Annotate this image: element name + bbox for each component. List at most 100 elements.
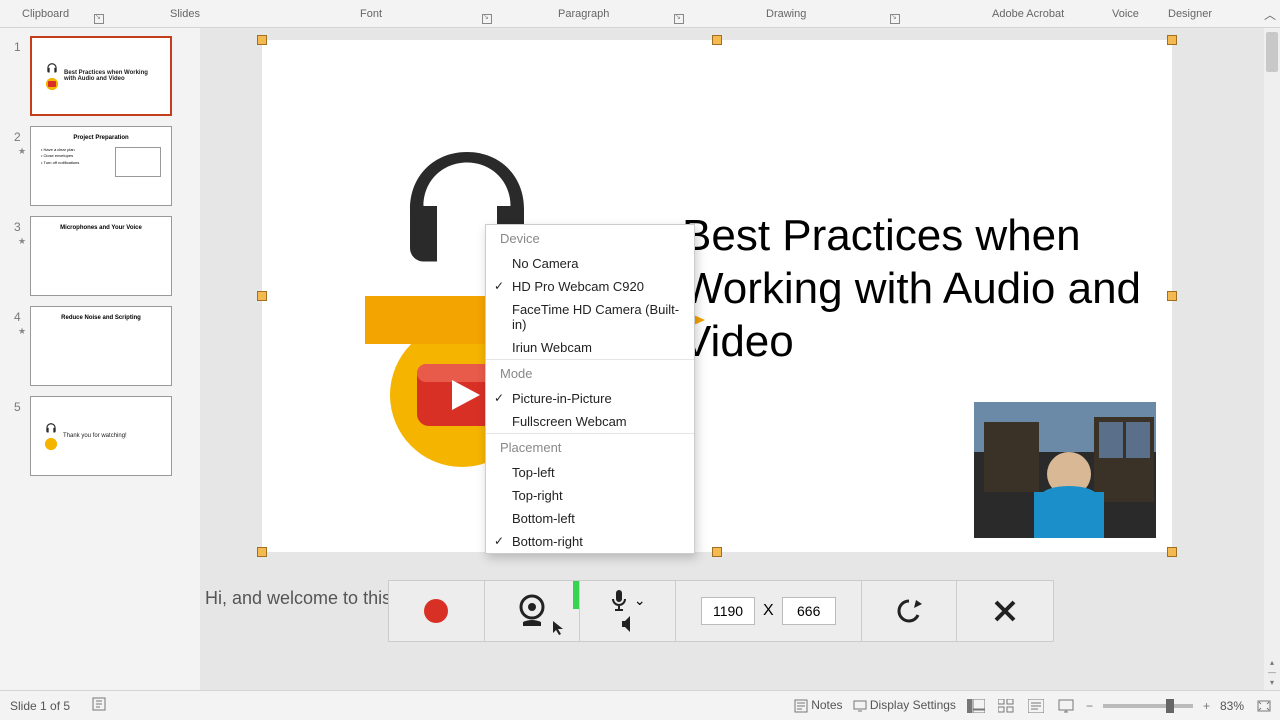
- dialog-launcher-icon[interactable]: [674, 14, 684, 24]
- close-button[interactable]: [957, 581, 1053, 641]
- notes-toggle[interactable]: Notes: [794, 698, 843, 713]
- checkmark-icon: ✓: [494, 534, 504, 548]
- menu-item-fullscreen-mode[interactable]: Fullscreen Webcam: [486, 410, 694, 433]
- thumbnail-row[interactable]: 1 Best Practices when Working with Audio…: [14, 36, 192, 116]
- notes-text[interactable]: Hi, and welcome to this p: [205, 588, 406, 609]
- scroll-up-icon[interactable]: ▴: [1264, 658, 1280, 668]
- ribbon-group-drawing: Drawing: [766, 8, 806, 20]
- slide-editor: Best Practices when Working with Audio a…: [200, 28, 1280, 690]
- reset-button[interactable]: [862, 581, 958, 641]
- ribbon-group-clipboard: Clipboard: [22, 8, 69, 20]
- reset-rotate-icon: [894, 596, 924, 626]
- normal-view-button[interactable]: [966, 697, 986, 715]
- ribbon-group-designer: Designer: [1168, 8, 1212, 20]
- selection-handle-icon[interactable]: [257, 35, 267, 45]
- animation-star-icon: ★: [18, 326, 26, 337]
- menu-item-iriun-webcam[interactable]: Iriun Webcam: [486, 336, 694, 359]
- slide-sorter-view-button[interactable]: [996, 697, 1016, 715]
- notes-pane[interactable]: Hi, and welcome to this p: [200, 570, 1280, 690]
- cursor-arrow-icon: [551, 619, 567, 635]
- selection-handle-icon[interactable]: [1167, 547, 1177, 557]
- zoom-slider-thumb[interactable]: [1166, 699, 1174, 713]
- selection-handle-icon[interactable]: [257, 547, 267, 557]
- camera-options-menu: Device No Camera ✓HD Pro Webcam C920 Fac…: [485, 224, 695, 554]
- selection-handle-icon[interactable]: [1167, 291, 1177, 301]
- fit-to-window-button[interactable]: [1254, 697, 1274, 715]
- selection-handle-icon[interactable]: [712, 35, 722, 45]
- checkmark-icon: ✓: [494, 279, 504, 293]
- microphone-button[interactable]: ⌄: [580, 581, 676, 641]
- slide-title-text[interactable]: Best Practices when Working with Audio a…: [682, 210, 1162, 368]
- slide-thumbnail[interactable]: Microphones and Your Voice: [30, 216, 172, 296]
- microphone-icon: [610, 589, 628, 611]
- slideshow-view-button[interactable]: [1056, 697, 1076, 715]
- slide-thumbnail[interactable]: Thank you for watching!: [30, 396, 172, 476]
- display-icon: [853, 699, 867, 713]
- thumbnail-row[interactable]: 4 ★ Reduce Noise and Scripting: [14, 306, 192, 386]
- slide-thumbnail[interactable]: Project Preparation • Have a clear plan•…: [30, 126, 172, 206]
- chevron-down-icon[interactable]: ⌄: [634, 592, 646, 609]
- dimensions-control: X: [676, 581, 861, 641]
- main-area: 1 Best Practices when Working with Audio…: [0, 28, 1280, 690]
- ribbon-group-paragraph: Paragraph: [558, 8, 609, 20]
- menu-item-placement-bottom-right[interactable]: ✓Bottom-right: [486, 530, 694, 553]
- zoom-percentage[interactable]: 83%: [1220, 699, 1244, 713]
- scroll-down-icon[interactable]: ▾: [1264, 678, 1280, 688]
- menu-section-header: Placement: [486, 433, 694, 461]
- menu-section-header: Mode: [486, 359, 694, 387]
- notes-icon: [794, 699, 808, 713]
- selection-handle-icon[interactable]: [257, 291, 267, 301]
- menu-section-header: Device: [486, 225, 694, 252]
- ribbon-group-acrobat: Adobe Acrobat: [992, 8, 1064, 20]
- slide-thumbnails-panel: 1 Best Practices when Working with Audio…: [0, 28, 200, 690]
- thumb-number: 2: [14, 126, 30, 144]
- close-icon: [992, 598, 1018, 624]
- animation-star-icon: ★: [18, 236, 26, 247]
- divider-icon: —: [1264, 668, 1280, 678]
- thumbnail-row[interactable]: 5 Thank you for watching!: [14, 396, 192, 476]
- slide-thumbnail[interactable]: Best Practices when Working with Audio a…: [30, 36, 172, 116]
- zoom-slider[interactable]: [1103, 704, 1193, 708]
- ribbon-group-font: Font: [360, 8, 382, 20]
- menu-item-placement-top-right[interactable]: Top-right: [486, 484, 694, 507]
- thumb-number: 1: [14, 36, 30, 54]
- scrollbar-thumb[interactable]: [1266, 32, 1278, 72]
- slide-counter[interactable]: Slide 1 of 5: [10, 699, 70, 713]
- menu-item-no-camera[interactable]: No Camera: [486, 252, 694, 275]
- thumbnail-row[interactable]: 2 ★ Project Preparation • Have a clear p…: [14, 126, 192, 206]
- reading-view-button[interactable]: [1026, 697, 1046, 715]
- status-bar: Slide 1 of 5 Notes Display Settings − + …: [0, 690, 1280, 720]
- accessibility-icon[interactable]: [92, 697, 106, 714]
- collapse-ribbon-chevron-icon[interactable]: ︿: [1264, 6, 1276, 23]
- menu-item-placement-top-left[interactable]: Top-left: [486, 461, 694, 484]
- dialog-launcher-icon[interactable]: [94, 14, 104, 24]
- menu-item-facetime-camera[interactable]: FaceTime HD Camera (Built-in): [486, 298, 694, 336]
- menu-item-hd-pro-webcam[interactable]: ✓HD Pro Webcam C920: [486, 275, 694, 298]
- animation-star-icon: ★: [18, 146, 26, 157]
- height-input[interactable]: [782, 597, 836, 625]
- record-button[interactable]: [389, 581, 485, 641]
- ribbon-group-slides: Slides: [170, 8, 200, 20]
- dimension-separator: X: [763, 602, 774, 620]
- selection-handle-icon[interactable]: [712, 547, 722, 557]
- camera-toggle-button[interactable]: [485, 581, 581, 641]
- ribbon-groups-row: Clipboard Slides Font Paragraph Drawing …: [0, 0, 1280, 28]
- thumb-number: 4: [14, 306, 30, 324]
- menu-item-placement-bottom-left[interactable]: Bottom-left: [486, 507, 694, 530]
- recording-toolbar: ⌄ X: [388, 580, 1054, 642]
- menu-item-pip-mode[interactable]: ✓Picture-in-Picture: [486, 387, 694, 410]
- thumbnail-row[interactable]: 3 ★ Microphones and Your Voice: [14, 216, 192, 296]
- thumb-number: 3: [14, 216, 30, 234]
- thumb-number: 5: [14, 396, 30, 414]
- dialog-launcher-icon[interactable]: [890, 14, 900, 24]
- width-input[interactable]: [701, 597, 755, 625]
- webcam-pip-preview[interactable]: [974, 402, 1156, 538]
- vertical-scrollbar[interactable]: ▴ — ▾: [1264, 28, 1280, 690]
- slide-thumbnail[interactable]: Reduce Noise and Scripting: [30, 306, 172, 386]
- display-settings-toggle[interactable]: Display Settings: [853, 698, 956, 713]
- record-dot-icon: [424, 599, 448, 623]
- checkmark-icon: ✓: [494, 391, 504, 405]
- dialog-launcher-icon[interactable]: [482, 14, 492, 24]
- ribbon-group-voice: Voice: [1112, 8, 1139, 20]
- selection-handle-icon[interactable]: [1167, 35, 1177, 45]
